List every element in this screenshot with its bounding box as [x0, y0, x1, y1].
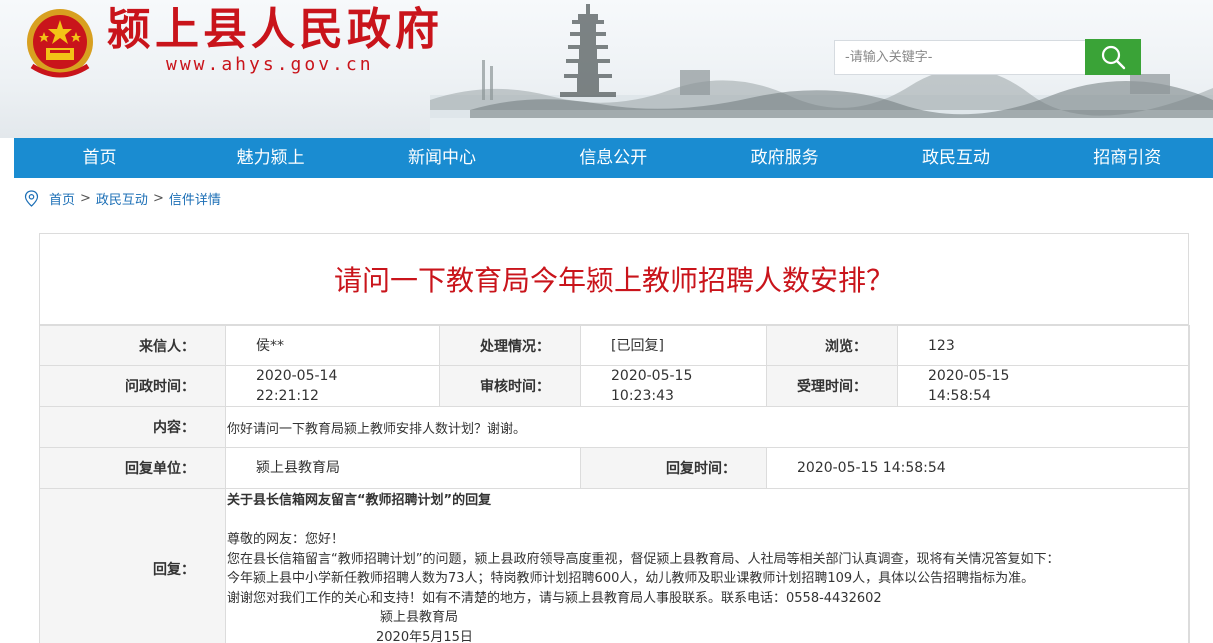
sender-value: 侯**	[225, 325, 440, 366]
table-row: 回复单位： 颍上县教育局 回复时间： 2020-05-15 14:58:54	[39, 447, 1190, 489]
search-icon	[1101, 45, 1126, 70]
breadcrumb-letter-detail[interactable]: 信件详情	[169, 189, 221, 208]
sender-label: 来信人：	[39, 325, 226, 366]
reply-paragraph: 今年颍上县中小学新任教师招聘人数为73人；特岗教师计划招聘600人，幼儿教师及职…	[227, 571, 1035, 586]
search-input[interactable]: -请输入关键字-	[834, 40, 1086, 75]
table-row: 内容： 你好请问一下教育局颍上教师安排人数计划？谢谢。	[39, 406, 1190, 448]
nav-item-news[interactable]: 新闻中心	[356, 138, 527, 178]
ask-clock: 22:21:12	[256, 388, 319, 404]
nav-item-home[interactable]: 首页	[14, 138, 185, 178]
breadcrumb-separator: >	[80, 190, 91, 206]
reply-paragraph: 谢谢您对我们工作的关心和支持！如有不清楚的地方，请与颍上县教育局人事股联系。联系…	[227, 590, 882, 606]
accept-time-label: 受理时间：	[766, 365, 898, 407]
nav-item-interaction[interactable]: 政民互动	[870, 138, 1041, 178]
table-row: 来信人： 侯** 处理情况： [已回复] 浏览： 123	[39, 325, 1190, 366]
review-clock: 10:23:43	[611, 388, 674, 404]
accept-date: 2020-05-15	[928, 368, 1010, 384]
views-value: 123	[897, 325, 1190, 366]
nav-item-charm[interactable]: 魅力颍上	[185, 138, 356, 178]
letter-info-table: 来信人： 侯** 处理情况： [已回复] 浏览： 123 问政时间： 2020-…	[39, 325, 1190, 643]
reply-title: 关于县长信箱网友留言“教师招聘计划”的回复	[227, 493, 492, 508]
reply-time-value: 2020-05-15 14:58:54	[766, 447, 1190, 489]
review-date: 2020-05-15	[611, 368, 693, 384]
site-url: www.ahys.gov.cn	[166, 54, 374, 75]
breadcrumb-home[interactable]: 首页	[49, 189, 75, 208]
status-value: [已回复]	[580, 325, 767, 366]
table-row: 回复： 关于县长信箱网友留言“教师招聘计划”的回复 尊敬的网友：您好！ 您在县长…	[39, 488, 1190, 643]
reply-date: 2020年5月15日	[376, 629, 473, 643]
reply-time-label: 回复时间：	[580, 447, 767, 489]
nav-item-info[interactable]: 信息公开	[528, 138, 699, 178]
site-title: 颍上县人民政府	[107, 4, 443, 55]
review-time-label: 审核时间：	[439, 365, 581, 407]
site-header: 颍上县人民政府 www.ahys.gov.cn -请输入关键字-	[0, 0, 1213, 138]
reply-greeting: 尊敬的网友：您好！	[227, 532, 345, 547]
breadcrumb: 首页 > 政民互动 > 信件详情	[24, 188, 221, 208]
views-label: 浏览：	[766, 325, 898, 366]
accept-clock: 14:58:54	[928, 388, 991, 404]
national-emblem-icon	[27, 9, 93, 78]
review-time-value: 2020-05-15 10:23:43	[580, 365, 767, 407]
reply-unit-label: 回复单位：	[39, 447, 226, 489]
breadcrumb-separator: >	[152, 190, 164, 206]
main-nav: 首页 魅力颍上 新闻中心 信息公开 政府服务 政民互动 招商引资	[14, 138, 1213, 178]
table-row: 问政时间： 2020-05-14 22:21:12 审核时间： 2020-05-…	[39, 365, 1190, 407]
ask-date: 2020-05-14	[256, 368, 338, 384]
ask-time-label: 问政时间：	[39, 365, 226, 407]
reply-content: 关于县长信箱网友留言“教师招聘计划”的回复 尊敬的网友：您好！ 您在县长信箱留言…	[225, 488, 1190, 643]
letter-title: 请问一下教育局今年颍上教师招聘人数安排？	[40, 234, 1188, 325]
reply-signature: 颍上县教育局	[380, 610, 459, 625]
reply-unit-value: 颍上县教育局	[225, 447, 581, 489]
breadcrumb-interaction[interactable]: 政民互动	[96, 189, 148, 208]
accept-time-value: 2020-05-15 14:58:54	[897, 365, 1190, 407]
search-button[interactable]	[1085, 39, 1141, 75]
letter-detail-panel: 请问一下教育局今年颍上教师招聘人数安排？ 来信人： 侯** 处理情况： [已回复…	[39, 233, 1190, 643]
content-label: 内容：	[39, 406, 226, 448]
nav-item-service[interactable]: 政府服务	[699, 138, 870, 178]
location-pin-icon	[24, 189, 39, 207]
nav-item-investment[interactable]: 招商引资	[1042, 138, 1213, 178]
reply-label: 回复：	[39, 488, 226, 643]
content-value: 你好请问一下教育局颍上教师安排人数计划？谢谢。	[225, 406, 1190, 448]
reply-paragraph: 您在县长信箱留言“教师招聘计划”的问题，颍上县政府领导高度重视，督促颍上县教育局…	[227, 551, 1060, 567]
status-label: 处理情况：	[439, 325, 581, 366]
ask-time-value: 2020-05-14 22:21:12	[225, 365, 440, 407]
